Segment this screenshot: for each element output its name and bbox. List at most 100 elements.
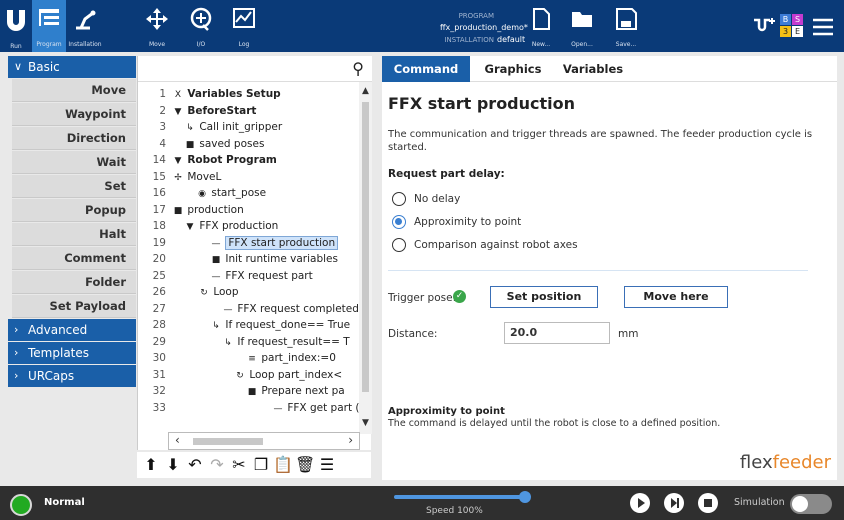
file-save-button[interactable]: Save...	[610, 0, 642, 52]
tree-row[interactable]: 26 ↻ Loop	[138, 284, 359, 301]
tree-row[interactable]: 20 ■ Init runtime variables	[138, 251, 359, 268]
file-new-button[interactable]: New...	[527, 0, 555, 52]
command-folder[interactable]: Folder	[12, 271, 136, 294]
nav-io[interactable]: I/O	[184, 0, 218, 52]
nav-installation[interactable]: Installation	[66, 0, 104, 52]
tree-row[interactable]: 18 ▼ FFX production	[138, 218, 359, 235]
robot-arm-icon	[76, 10, 96, 30]
scroll-down-icon[interactable]: ▼	[359, 418, 372, 432]
tree-row[interactable]: 4 ■ saved poses	[138, 136, 359, 153]
simulation-toggle[interactable]	[790, 494, 832, 514]
undo-icon[interactable]: ↶	[185, 454, 205, 476]
delete-icon[interactable]: 🗑	[295, 454, 315, 476]
safety-badges[interactable]: B S 3 E	[780, 14, 804, 38]
option-help-title: Approximity to point	[388, 406, 505, 417]
category-basic[interactable]: ∨ Basic	[8, 56, 136, 78]
tree-row[interactable]: 14 ▼ Robot Program	[138, 152, 359, 169]
tree-vertical-scrollbar[interactable]: ▲ ▼	[359, 82, 372, 434]
tree-row[interactable]: 25 — FFX request part	[138, 268, 359, 285]
cut-icon[interactable]: ✂	[229, 454, 249, 476]
move-up-icon[interactable]: ⬆	[141, 454, 161, 476]
ffx-command-icon: —	[211, 271, 221, 282]
tree-row[interactable]: 2 ▼ BeforeStart	[138, 103, 359, 120]
tab-graphics[interactable]: Graphics	[478, 56, 548, 82]
play-button[interactable]	[630, 493, 650, 513]
radio-button[interactable]	[392, 192, 406, 206]
tree-row[interactable]: 32 ■ Prepare next pa	[138, 383, 359, 400]
save-disk-icon	[616, 8, 637, 30]
tree-row[interactable]: 1X Variables Setup	[138, 86, 359, 103]
scroll-left-icon[interactable]: ‹	[175, 433, 180, 447]
hamburger-menu-button[interactable]	[806, 0, 840, 52]
tree-row[interactable]: 27 — FFX request completed	[138, 301, 359, 318]
line-number: 19	[152, 236, 166, 249]
set-position-button[interactable]: Set position	[490, 286, 598, 308]
command-halt[interactable]: Halt	[12, 223, 136, 246]
nav-run[interactable]: Run	[0, 38, 32, 52]
redo-icon[interactable]: ↷	[207, 454, 227, 476]
tab-command[interactable]: Command	[382, 56, 470, 82]
stop-button[interactable]	[698, 493, 718, 513]
tree-row-selected[interactable]: 19 — FFX start production	[138, 235, 359, 252]
tree-search-input[interactable]: ⚲	[138, 56, 372, 82]
radio-approximity[interactable]: Approximity to point	[392, 213, 521, 231]
command-set-payload[interactable]: Set Payload	[12, 295, 136, 318]
scroll-thumb[interactable]	[362, 102, 369, 392]
nav-io-label: I/O	[196, 41, 206, 48]
radio-label: No delay	[414, 193, 461, 205]
assignment-icon: ≡	[248, 354, 256, 364]
new-file-icon	[533, 8, 550, 30]
tree-row[interactable]: 15 ✢ MoveL	[138, 169, 359, 186]
tree-horizontal-scrollbar[interactable]: ‹ ›	[168, 432, 360, 450]
tree-row[interactable]: 29 ↳ If request_result== T	[138, 334, 359, 351]
divider	[388, 270, 808, 271]
command-set[interactable]: Set	[12, 175, 136, 198]
step-button[interactable]	[664, 493, 684, 513]
distance-input[interactable]: 20.0	[504, 322, 610, 344]
radio-axes[interactable]: Comparison against robot axes	[392, 236, 578, 254]
urplus-button[interactable]	[748, 0, 782, 52]
category-urcaps[interactable]: › URCaps	[8, 365, 136, 387]
tree-row[interactable]: 33 — FFX get part (	[138, 400, 359, 417]
tree-row-text: FFX request part	[225, 269, 313, 282]
move-down-icon[interactable]: ⬇	[163, 454, 183, 476]
command-comment[interactable]: Comment	[12, 247, 136, 270]
scroll-up-icon[interactable]: ▲	[359, 86, 372, 100]
tree-row[interactable]: 3 ↳ Call init_gripper	[138, 119, 359, 136]
speed-slider[interactable]	[394, 495, 528, 499]
suppress-icon[interactable]: ☰	[317, 454, 337, 476]
tree-row[interactable]: 17 ■ production	[138, 202, 359, 219]
move-here-button[interactable]: Move here	[624, 286, 728, 308]
tree-row[interactable]: 30 ≡ part_index:=0	[138, 350, 359, 367]
file-open-button[interactable]: Open...	[566, 0, 598, 52]
nav-program[interactable]: Program	[32, 0, 66, 52]
line-number: 18	[152, 220, 166, 232]
paste-icon[interactable]: 📋	[273, 454, 293, 476]
tree-row-text: Robot Program	[187, 154, 277, 166]
scroll-right-icon[interactable]: ›	[348, 433, 353, 447]
tab-variables[interactable]: Variables	[558, 56, 628, 82]
command-move[interactable]: Move	[12, 79, 136, 102]
tree-row-text: Init runtime variables	[225, 253, 338, 265]
radio-button-selected[interactable]	[392, 215, 406, 229]
command-wait[interactable]: Wait	[12, 151, 136, 174]
category-templates[interactable]: › Templates	[8, 342, 136, 364]
command-waypoint[interactable]: Waypoint	[12, 103, 136, 126]
speed-slider-knob[interactable]	[519, 491, 531, 503]
nav-move[interactable]: Move	[140, 0, 174, 52]
tree-row[interactable]: 16 ◉ start_pose	[138, 185, 359, 202]
radio-button[interactable]	[392, 238, 406, 252]
search-icon[interactable]: ⚲	[352, 59, 364, 78]
radio-no-delay[interactable]: No delay	[392, 190, 460, 208]
command-popup[interactable]: Popup	[12, 199, 136, 222]
tree-row[interactable]: 31 ↻ Loop part_index<	[138, 367, 359, 384]
scroll-thumb[interactable]	[193, 438, 263, 445]
nav-log[interactable]: Log	[228, 0, 260, 52]
copy-icon[interactable]: ❐	[251, 454, 271, 476]
flexfeeder-logo: flexfeeder	[740, 452, 831, 473]
power-status-button[interactable]	[10, 494, 32, 516]
tree-row-text: FFX get part (	[287, 401, 359, 414]
tree-row[interactable]: 28 ↳ If request_done== True	[138, 317, 359, 334]
category-advanced[interactable]: › Advanced	[8, 319, 136, 341]
command-direction[interactable]: Direction	[12, 127, 136, 150]
